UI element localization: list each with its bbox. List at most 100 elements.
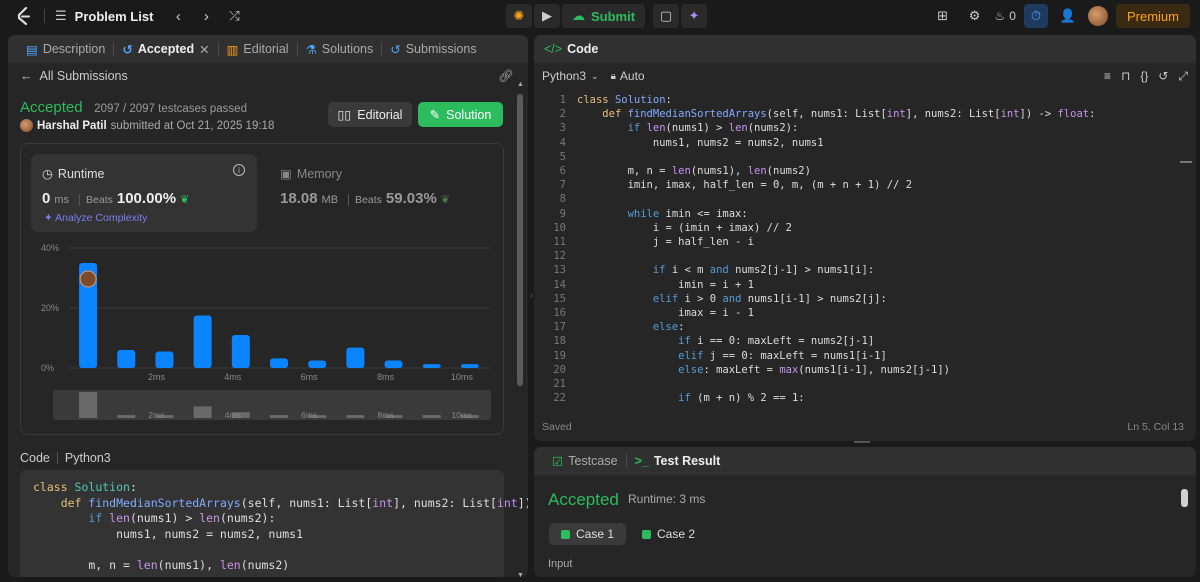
streak-counter[interactable]: ♨ 0	[995, 9, 1016, 23]
histogram-bar[interactable]	[346, 347, 365, 368]
bookmark-icon[interactable]: ⊓	[1121, 69, 1130, 84]
expand-icon[interactable]: ⤢	[1178, 69, 1188, 84]
tab-solutions[interactable]: ⚗ Solutions	[298, 35, 382, 63]
layout-grid-icon[interactable]: ⊞	[931, 4, 955, 28]
runtime-value: 0	[42, 190, 51, 207]
testcases-passed: 2097 / 2097 testcases passed	[94, 103, 247, 115]
line-number: 2	[559, 108, 566, 121]
tab-description[interactable]: ▤ Description	[18, 35, 113, 63]
line-number: 4	[559, 136, 566, 149]
format-icon[interactable]: ≡	[1104, 69, 1111, 84]
histogram-bar[interactable]	[460, 364, 479, 368]
overview-tick-label: 8ms	[378, 410, 394, 420]
code-line: if i == 0: maxLeft = nums2[j-1]	[678, 335, 875, 348]
editorial-button[interactable]: ▯▯ Editorial	[328, 102, 412, 127]
overview-bar	[117, 415, 136, 418]
case-2-tab[interactable]: Case 2	[630, 523, 707, 545]
all-submissions-link[interactable]: ← All Submissions	[20, 69, 128, 83]
code-line: if i < m and nums2[j-1] > nums1[i]:	[652, 264, 875, 277]
line-number: 3	[559, 122, 566, 135]
histogram-bar[interactable]	[308, 360, 327, 369]
tab-accepted[interactable]: ↺ Accepted ✕	[114, 35, 217, 63]
link-icon[interactable]: 🔗︎	[498, 69, 514, 84]
line-number: 5	[559, 150, 566, 163]
problem-list-link[interactable]: Problem List	[75, 9, 154, 24]
problem-list-icon[interactable]: ☰	[55, 8, 67, 24]
case-1-tab[interactable]: Case 1	[549, 523, 627, 545]
auto-mode-toggle[interactable]: 🔒︎ Auto	[611, 69, 645, 83]
code-line: else:	[652, 321, 685, 334]
line-number: 17	[553, 321, 566, 334]
book-icon: ▥	[226, 42, 239, 57]
submission-status: Accepted 2097 / 2097 testcases passed	[20, 99, 247, 116]
overview-tick-label: 4ms	[225, 410, 241, 420]
tab-editorial[interactable]: ▥ Editorial	[219, 35, 297, 63]
close-tab-icon[interactable]: ✕	[199, 42, 209, 57]
leetcode-logo-icon[interactable]	[14, 6, 34, 26]
code-line: m, n = len(nums1), len(nums2)	[577, 165, 811, 178]
language-select[interactable]: Python3 ⌄	[542, 69, 599, 83]
debug-icon[interactable]: ✺	[506, 4, 532, 28]
resize-handle[interactable]: ›	[530, 290, 533, 300]
code-line: if len(nums1) > len(nums2):	[627, 122, 799, 135]
histogram-bar[interactable]	[384, 360, 403, 369]
overview-tick-label: 6ms	[301, 410, 317, 420]
timer-icon[interactable]: ⏱	[1023, 4, 1048, 28]
histogram-bar[interactable]	[117, 350, 136, 368]
cloud-upload-icon: ☁	[572, 8, 585, 23]
code-line: def findMedianSortedArrays(self, nums1: …	[60, 495, 528, 510]
premium-button[interactable]: Premium	[1115, 4, 1190, 28]
check-icon	[561, 529, 570, 539]
overview-bar	[422, 415, 441, 418]
shuffle-icon[interactable]: ⤮	[223, 5, 245, 27]
editor-code[interactable]: class Solution: def findMedianSortedArra…	[577, 93, 1095, 405]
book-icon: ▯▯	[337, 108, 352, 122]
code-editor[interactable]: 1 2 3 4 5 6 7 8 9 10 11 12 13 14 15 16 17 18 19 20 21 22 clas…	[534, 93, 1196, 413]
line-number: 22	[553, 392, 566, 405]
chip-icon: ▣	[280, 167, 292, 181]
next-problem-button[interactable]: ›	[195, 5, 217, 27]
line-number: 12	[553, 250, 566, 263]
x-tick-label: 10ms	[451, 372, 474, 382]
tab-submissions[interactable]: ↺ Submissions	[382, 35, 484, 63]
leaf-icon: ❦	[180, 194, 190, 206]
test-scrollbar[interactable]	[1181, 489, 1188, 507]
user-avatar-marker	[79, 270, 97, 288]
solution-button[interactable]: ✎ Solution	[418, 102, 503, 127]
histogram-bar[interactable]	[193, 315, 212, 369]
settings-gear-icon[interactable]: ⚙	[963, 4, 987, 28]
document-icon: ▤	[26, 42, 38, 57]
notes-icon[interactable]: ▢	[653, 4, 680, 28]
line-number: 21	[553, 378, 566, 391]
run-button[interactable]: ▶	[534, 4, 560, 28]
reset-icon[interactable]: ↺	[1158, 69, 1168, 84]
code-line: if len(nums1) > len(nums2):	[88, 511, 276, 526]
analyze-complexity-link[interactable]: ✦ Analyze Complexity	[44, 212, 147, 224]
histogram-bar[interactable]	[231, 335, 250, 368]
memory-card[interactable]: ▣ Memory 18.08 MB Beats 59.03% ❦	[269, 154, 495, 232]
runtime-distribution-chart[interactable]: 40% 20% 0% 2ms 4ms 6ms 8ms 10ms 2ms 4ms 6ms 8ms 10ms	[29, 240, 497, 430]
runtime-card[interactable]: ◷ Runtime i 0 ms Beats 100.00% ❦ ✦ Analyz…	[31, 154, 257, 232]
code-line: elif i > 0 and nums1[i-1] > nums2[j]:	[652, 292, 887, 305]
histogram-bar[interactable]	[155, 351, 174, 369]
tab-test-result[interactable]: >_ Test Result	[627, 447, 729, 475]
ai-sparkle-icon[interactable]: ✦	[681, 4, 708, 28]
braces-icon[interactable]: {}	[1140, 69, 1148, 84]
submit-button[interactable]: ☁ Submit	[562, 4, 646, 28]
user-avatar[interactable]	[1087, 6, 1108, 26]
line-number: 14	[553, 278, 566, 291]
resize-handle[interactable]	[854, 441, 870, 443]
left-scrollbar[interactable]: ▲ ▼	[517, 81, 524, 577]
prev-problem-button[interactable]: ‹	[167, 5, 189, 27]
test-runtime: Runtime: 3 ms	[628, 492, 706, 506]
add-user-icon[interactable]: 👤	[1056, 4, 1080, 28]
info-icon[interactable]: i	[233, 164, 245, 176]
code-preview[interactable]: class Solution: def findMedianSortedArra…	[20, 470, 528, 577]
histogram-bar[interactable]	[270, 358, 288, 368]
runtime-beats: 100.00%	[116, 190, 177, 207]
line-number: 18	[553, 335, 566, 348]
username[interactable]: Harshal Patil	[37, 120, 107, 132]
tab-testcase[interactable]: ☑ Testcase	[544, 447, 626, 475]
histogram-bar[interactable]	[422, 364, 441, 368]
